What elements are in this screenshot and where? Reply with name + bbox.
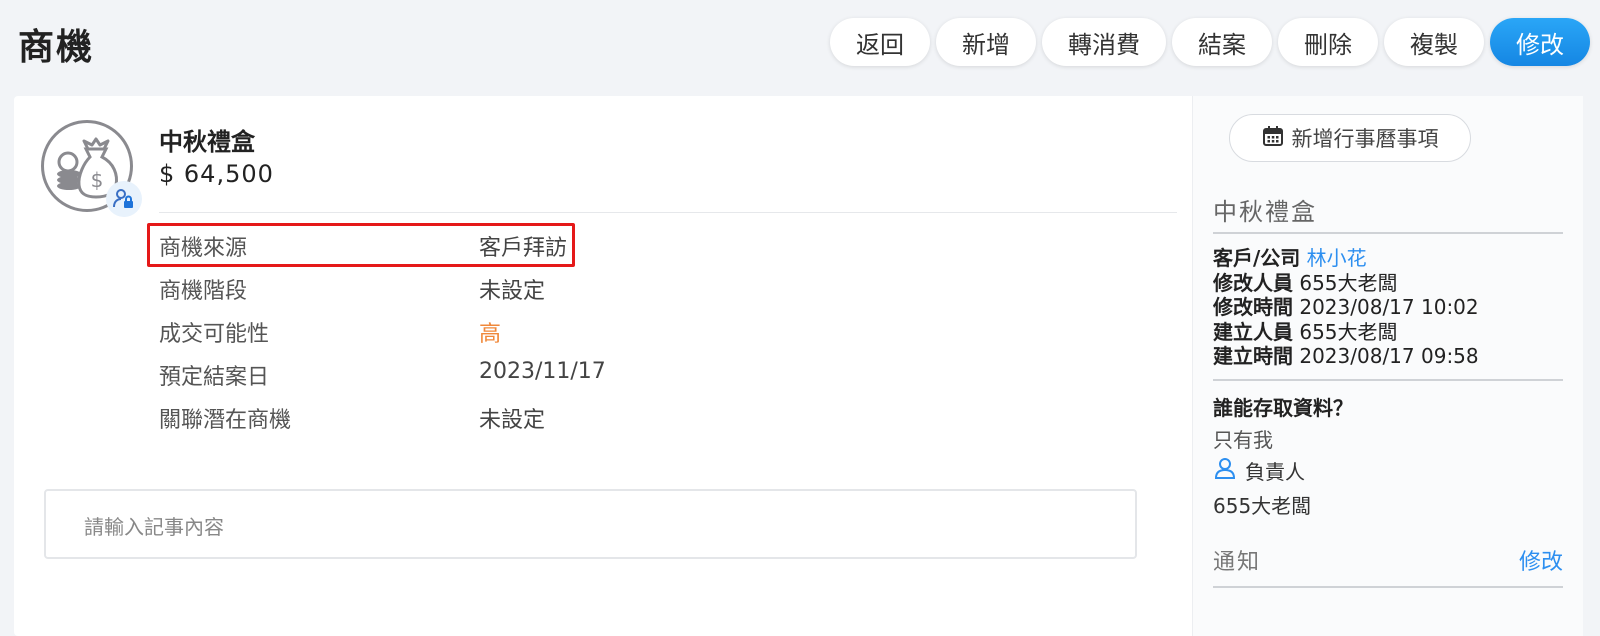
field-value[interactable]: 未設定 xyxy=(479,273,545,305)
back-button[interactable]: 返回 xyxy=(830,18,930,66)
info-label: 建立時間 xyxy=(1213,344,1293,369)
deal-main-panel: $ 中秋禮盒 $ 64,500 商機來源 客戶拜訪 商機階段 未設定 成交可能性… xyxy=(14,96,1192,636)
calendar-icon xyxy=(1262,125,1284,152)
info-value: 655大老闆 xyxy=(1299,319,1398,344)
info-row-created-by: 建立人員 655大老闆 xyxy=(1213,320,1479,345)
access-question: 誰能存取資料？ xyxy=(1213,396,1353,420)
delete-button[interactable]: 刪除 xyxy=(1278,18,1378,66)
info-row-customer: 客戶/公司 林小花 xyxy=(1213,246,1479,271)
info-label: 修改人員 xyxy=(1213,270,1293,295)
user-icon xyxy=(1213,456,1237,485)
field-label: 商機來源 xyxy=(159,236,248,261)
deal-name: 中秋禮盒 xyxy=(159,128,255,156)
toolbar: 返回 新增 轉消費 結案 刪除 複製 修改 xyxy=(830,18,1590,66)
info-value: 2023/08/17 10:02 xyxy=(1299,295,1479,320)
info-row-modified-at: 修改時間 2023/08/17 10:02 xyxy=(1213,295,1479,320)
add-calendar-event-label: 新增行事曆事項 xyxy=(1291,127,1439,151)
customer-link[interactable]: 林小花 xyxy=(1307,246,1367,270)
side-panel: 新增行事曆事項 中秋禮盒 客戶/公司 林小花 修改人員 655大老闆 修改時間 … xyxy=(1192,96,1583,636)
owner-label: 負責人 xyxy=(1245,460,1305,484)
private-user-lock-icon xyxy=(106,181,142,217)
field-value[interactable]: 2023/11/17 xyxy=(479,359,606,384)
notify-title: 通知 xyxy=(1213,550,1262,575)
field-row-source: 商機來源 客戶拜訪 xyxy=(159,224,1159,264)
svg-text:$: $ xyxy=(91,168,104,192)
owner-row: 負責人 xyxy=(1213,456,1305,485)
deal-amount: $ 64,500 xyxy=(159,160,274,188)
deal-card: $ 中秋禮盒 $ 64,500 商機來源 客戶拜訪 商機階段 未設定 成交可能性… xyxy=(14,96,1583,636)
page-title: 商機 xyxy=(18,27,95,68)
info-label: 建立人員 xyxy=(1213,319,1293,344)
add-button[interactable]: 新增 xyxy=(936,18,1036,66)
side-title: 中秋禮盒 xyxy=(1213,198,1317,226)
side-divider xyxy=(1213,379,1563,381)
field-label: 預定結案日 xyxy=(159,365,270,390)
field-row-probability: 成交可能性 高 xyxy=(159,310,1159,350)
field-label: 商機階段 xyxy=(159,279,248,304)
side-divider xyxy=(1213,586,1563,588)
field-value[interactable]: 未設定 xyxy=(479,402,545,434)
field-label: 成交可能性 xyxy=(159,322,270,347)
field-row-stage: 商機階段 未設定 xyxy=(159,267,1159,307)
info-value: 655大老闆 xyxy=(1299,270,1398,295)
info-value: 2023/08/17 09:58 xyxy=(1299,344,1479,369)
notify-edit-link[interactable]: 修改 xyxy=(1519,544,1563,576)
memo-input[interactable]: 請輸入記事內容 xyxy=(44,489,1137,559)
info-label: 客戶/公司 xyxy=(1213,246,1301,270)
field-value[interactable]: 高 xyxy=(479,316,501,348)
record-info: 客戶/公司 林小花 修改人員 655大老闆 修改時間 2023/08/17 10… xyxy=(1213,246,1479,369)
field-row-expected-close: 預定結案日 2023/11/17 xyxy=(159,353,1159,393)
add-calendar-event-button[interactable]: 新增行事曆事項 xyxy=(1229,114,1471,162)
field-label: 關聯潛在商機 xyxy=(159,408,292,433)
close-case-button[interactable]: 結案 xyxy=(1172,18,1272,66)
info-row-created-at: 建立時間 2023/08/17 09:58 xyxy=(1213,344,1479,369)
copy-button[interactable]: 複製 xyxy=(1384,18,1484,66)
side-divider xyxy=(1213,232,1563,234)
field-row-related-lead: 關聯潛在商機 未設定 xyxy=(159,396,1159,436)
info-label: 修改時間 xyxy=(1213,295,1293,320)
access-answer: 只有我 xyxy=(1213,428,1273,452)
header-divider xyxy=(159,212,1177,213)
field-value[interactable]: 客戶拜訪 xyxy=(479,230,567,262)
edit-button[interactable]: 修改 xyxy=(1490,18,1590,66)
convert-to-purchase-button[interactable]: 轉消費 xyxy=(1042,18,1166,66)
info-row-modified-by: 修改人員 655大老闆 xyxy=(1213,271,1479,296)
owner-name: 655大老闆 xyxy=(1213,494,1312,518)
